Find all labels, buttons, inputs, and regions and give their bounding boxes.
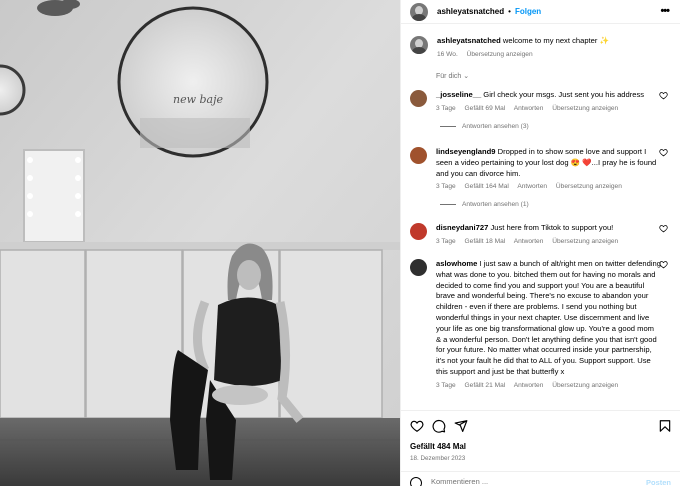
view-replies-button[interactable]: Antworten ansehen (1) [440, 201, 672, 208]
avatar[interactable] [410, 223, 427, 240]
view-replies-label: Antworten ansehen (1) [462, 201, 529, 209]
avatar[interactable] [410, 36, 428, 54]
comments-scroll[interactable]: ashleyatsnatched welcome to my next chap… [401, 28, 680, 408]
comment-age: 3 Tage [436, 104, 456, 112]
caption: ashleyatsnatched welcome to my next chap… [410, 36, 670, 61]
header-username[interactable]: ashleyatsnatched [437, 7, 504, 16]
comment-age: 3 Tage [436, 381, 456, 389]
heart-icon[interactable] [659, 148, 668, 157]
post-header: ashleyatsnatched • Folgen ••• [401, 0, 680, 24]
heart-icon[interactable] [659, 260, 668, 269]
caption-username[interactable]: ashleyatsnatched [437, 36, 501, 45]
share-icon[interactable] [454, 419, 468, 433]
comment-likes[interactable]: Gefällt 69 Mal [465, 105, 506, 112]
reply-button[interactable]: Antworten [514, 238, 544, 245]
reply-button[interactable]: Antworten [514, 382, 544, 389]
comment-item: aslowhome I just saw a bunch of alt/righ… [410, 259, 672, 392]
reply-button[interactable]: Antworten [517, 183, 547, 190]
comment-icon[interactable] [432, 419, 446, 433]
mirror-writing: new baje [173, 93, 224, 106]
emoji-icon[interactable] [410, 477, 422, 486]
comment-username[interactable]: disneydani727 [436, 223, 488, 232]
post-comment-button[interactable]: Posten [646, 478, 671, 486]
translate-link[interactable]: Übersetzung anzeigen [467, 51, 533, 58]
view-replies-button[interactable]: Antworten ansehen (3) [440, 123, 672, 130]
comment-item: lindseyengland9 Dropped in to show some … [410, 147, 672, 208]
comment-item: disneydani727 Just here from Tiktok to s… [410, 223, 672, 248]
caption-text: welcome to my next chapter ✨ [502, 36, 609, 45]
post-photo[interactable]: new baje [0, 0, 400, 486]
post-panel: ashleyatsnatched • Folgen ••• ashleyatsn… [400, 0, 680, 486]
bookmark-icon[interactable] [658, 419, 672, 433]
separator-dot: • [508, 7, 511, 16]
comment-username[interactable]: aslowhome [436, 259, 477, 268]
post-date: 18. Dezember 2023 [410, 455, 466, 462]
comment-composer: Posten [401, 471, 680, 486]
caption-age: 16 Wo. [437, 50, 458, 58]
comment-text: Girl check your msgs. Just sent you his … [483, 90, 645, 99]
comment-age: 3 Tage [436, 237, 456, 245]
comment-text: I just saw a bunch of alt/right men on t… [436, 259, 661, 376]
divider [440, 125, 456, 127]
photo-scene: new baje [0, 0, 400, 486]
view-replies-label: Antworten ansehen (3) [462, 122, 529, 130]
reply-button[interactable]: Antworten [514, 105, 544, 112]
for-you-text: Für dich [436, 73, 462, 80]
translate-link[interactable]: Übersetzung anzeigen [552, 105, 618, 112]
divider [440, 204, 456, 206]
heart-icon[interactable] [659, 91, 668, 100]
comment-likes[interactable]: Gefällt 21 Mal [465, 382, 506, 389]
translate-link[interactable]: Übersetzung anzeigen [552, 238, 618, 245]
comment-age: 3 Tage [436, 183, 456, 191]
likes-count[interactable]: Gefällt 484 Mal [410, 442, 466, 451]
vanity-mirror [23, 149, 85, 243]
comment-likes[interactable]: Gefällt 164 Mal [465, 183, 509, 190]
comment-username[interactable]: lindseyengland9 [436, 147, 496, 156]
comment-text: Just here from Tiktok to support you! [490, 223, 614, 232]
comment-username[interactable]: _josseline__ [436, 90, 481, 99]
avatar[interactable] [410, 90, 427, 107]
comment-input[interactable] [431, 477, 631, 486]
for-you-label[interactable]: Für dich ⌄ [436, 72, 469, 80]
avatar[interactable] [410, 147, 427, 164]
more-horizontal-icon[interactable]: ••• [660, 5, 670, 17]
chevron-down-icon: ⌄ [463, 73, 470, 80]
follow-button[interactable]: Folgen [515, 7, 541, 16]
translate-link[interactable]: Übersetzung anzeigen [552, 382, 618, 389]
comment-likes[interactable]: Gefällt 18 Mal [465, 238, 506, 245]
comment-item: _josseline__ Girl check your msgs. Just … [410, 90, 672, 130]
post-actions [401, 410, 680, 440]
avatar[interactable] [410, 259, 427, 276]
heart-icon[interactable] [659, 224, 668, 233]
avatar[interactable] [410, 2, 428, 21]
heart-icon[interactable] [410, 419, 424, 433]
translate-link[interactable]: Übersetzung anzeigen [556, 183, 622, 190]
